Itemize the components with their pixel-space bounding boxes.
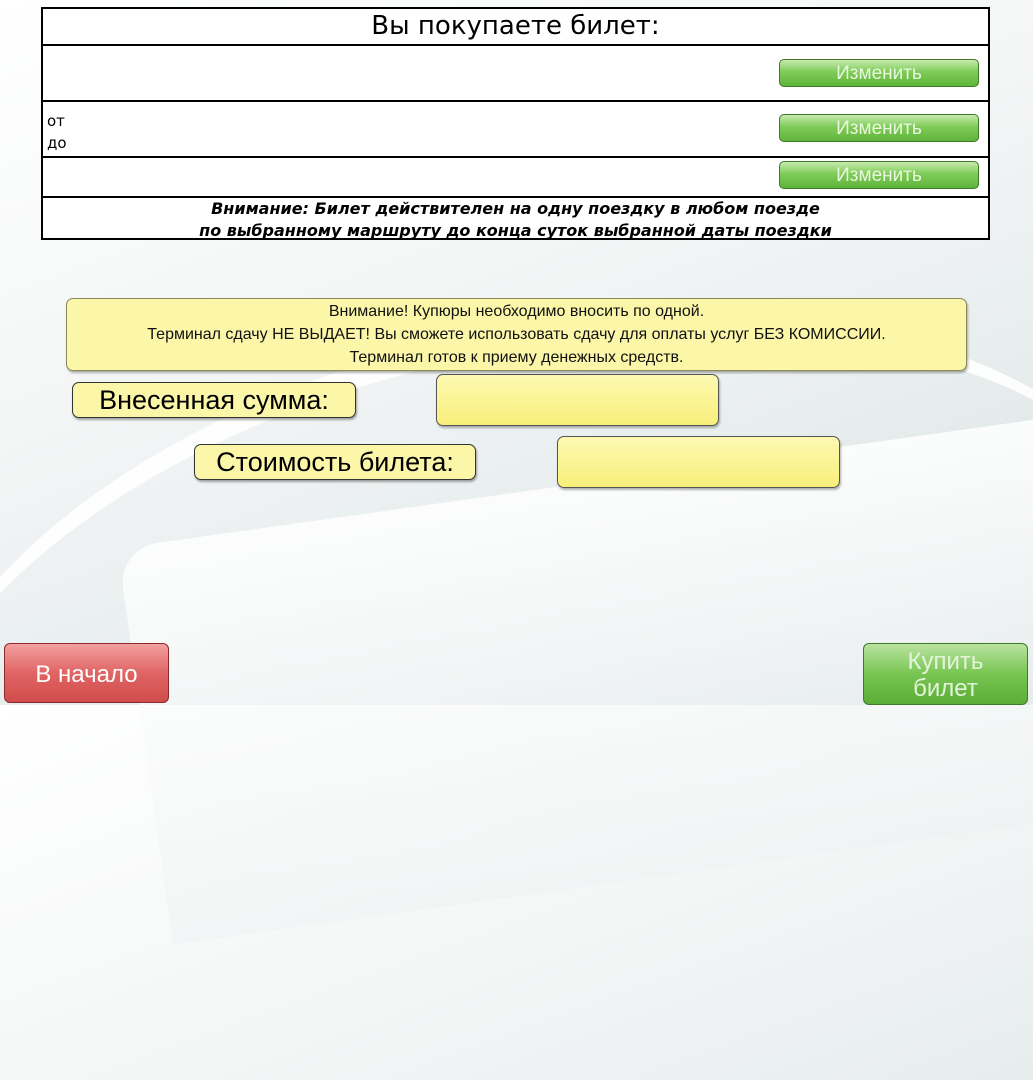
ticket-title: Вы покупаете билет:: [43, 9, 988, 46]
notice-line-2: Терминал сдачу НЕ ВЫДАЕТ! Вы сможете исп…: [147, 326, 886, 343]
change-ticket-type-button[interactable]: Изменить: [779, 161, 979, 189]
buy-button-line-2: билет: [913, 675, 978, 702]
ticket-cost-field: [557, 436, 840, 488]
buy-ticket-button[interactable]: Купить билет: [863, 643, 1028, 705]
deposited-amount-field: [436, 374, 719, 426]
buy-button-line-1: Купить: [907, 648, 984, 675]
route-to-label: до: [47, 134, 67, 152]
change-route-button[interactable]: Изменить: [779, 114, 979, 142]
home-button[interactable]: В начало: [4, 643, 169, 703]
route-from-label: от: [47, 112, 65, 130]
notice-line-3: Терминал готов к приему денежных средств…: [349, 349, 684, 366]
route-labels: от до: [47, 110, 67, 154]
ticket-validity-warning: Внимание: Билет действителен на одну пое…: [43, 198, 988, 242]
ticket-row-type: Изменить: [43, 158, 988, 198]
warning-line-1: Внимание: Билет действителен на одну пое…: [211, 199, 820, 218]
ticket-row-date: Изменить: [43, 46, 988, 102]
notice-line-1: Внимание! Купюры необходимо вносить по о…: [328, 303, 705, 320]
ticket-summary-table: Вы покупаете билет: Изменить от до Измен…: [41, 7, 990, 240]
warning-line-2: по выбранному маршруту до конца суток вы…: [199, 221, 832, 240]
deposited-amount-label: Внесенная сумма:: [72, 382, 356, 418]
ticket-row-route: от до Изменить: [43, 102, 988, 158]
cash-notice-panel: Внимание! Купюры необходимо вносить по о…: [66, 298, 967, 371]
ticket-cost-label: Стоимость билета:: [194, 444, 476, 480]
change-date-button[interactable]: Изменить: [779, 59, 979, 87]
